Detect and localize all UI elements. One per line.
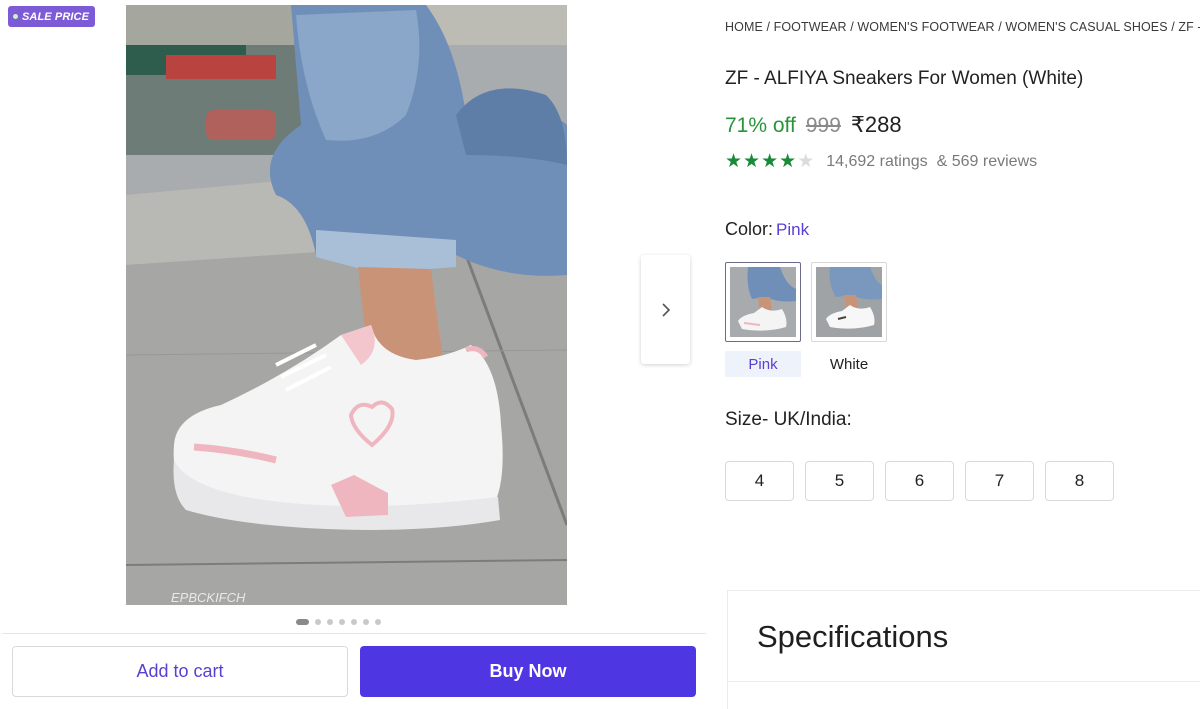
image-watermark: EPBCKIFCH xyxy=(171,590,246,605)
color-option-label-pink[interactable]: Pink xyxy=(725,351,801,377)
carousel-dot[interactable] xyxy=(327,619,333,625)
star-empty-icon: ★ xyxy=(797,151,815,172)
purchase-action-bar: Add to cart Buy Now xyxy=(2,633,706,709)
size-option-8[interactable]: 8 xyxy=(1045,461,1114,501)
add-to-cart-button[interactable]: Add to cart xyxy=(12,646,348,697)
image-gallery: SALE PRICE EPBCKIFCH Add to cart Buy Now xyxy=(0,0,710,709)
ratings-count[interactable]: 14,692 ratings xyxy=(826,153,927,171)
color-option-label-white[interactable]: White xyxy=(811,351,887,377)
sale-price-badge: SALE PRICE xyxy=(8,6,96,27)
color-swatch-white[interactable] xyxy=(811,262,887,342)
reviews-count[interactable]: & 569 reviews xyxy=(937,153,1038,171)
breadcrumb[interactable]: HOME / FOOTWEAR / WOMEN'S FOOTWEAR / WOM… xyxy=(725,20,1200,34)
carousel-dot[interactable] xyxy=(315,619,321,625)
carousel-dot[interactable] xyxy=(296,619,309,625)
size-option-6[interactable]: 6 xyxy=(885,461,954,501)
discount-percent: 71% off xyxy=(725,114,796,137)
size-option-4[interactable]: 4 xyxy=(725,461,794,501)
specifications-card: Specifications xyxy=(727,590,1200,709)
size-options: 4 5 6 7 8 xyxy=(725,461,1114,501)
carousel-dot[interactable] xyxy=(375,619,381,625)
carousel-dot[interactable] xyxy=(363,619,369,625)
price-row: 71% off 999 ₹288 xyxy=(725,112,902,138)
buy-now-button[interactable]: Buy Now xyxy=(360,646,696,697)
color-label-text: Color: xyxy=(725,219,774,239)
original-price: 999 xyxy=(805,114,841,137)
carousel-dot[interactable] xyxy=(351,619,357,625)
size-label: Size- UK/India: xyxy=(725,409,852,430)
badge-dot-icon xyxy=(13,14,18,19)
carousel-dot[interactable] xyxy=(339,619,345,625)
next-image-button[interactable] xyxy=(641,255,690,364)
color-label: Color: Pink xyxy=(725,219,809,240)
product-details: HOME / FOOTWEAR / WOMEN'S FOOTWEAR / WOM… xyxy=(725,0,1200,709)
selling-price: ₹288 xyxy=(850,112,902,137)
chevron-right-icon xyxy=(661,302,670,317)
rating-row: ★ ★ ★ ★ ★ 14,692 ratings & 569 reviews xyxy=(725,152,1037,171)
sneaker-photo: EPBCKIFCH xyxy=(126,5,567,605)
selected-color-value: Pink xyxy=(776,220,810,239)
image-carousel-dots xyxy=(296,619,381,625)
star-filled-icon: ★ xyxy=(725,151,743,172)
swatch-thumbnail xyxy=(730,267,796,337)
sale-badge-label: SALE PRICE xyxy=(22,10,90,23)
specifications-title: Specifications xyxy=(757,619,949,654)
divider xyxy=(728,681,1200,682)
star-filled-icon: ★ xyxy=(779,151,797,172)
swatch-thumbnail xyxy=(816,267,882,337)
star-filled-icon: ★ xyxy=(761,151,779,172)
rating-stars: ★ ★ ★ ★ ★ xyxy=(725,152,814,171)
star-filled-icon: ★ xyxy=(743,151,761,172)
size-option-5[interactable]: 5 xyxy=(805,461,874,501)
product-title: ZF - ALFIYA Sneakers For Women (White) xyxy=(725,68,1084,89)
product-main-image[interactable]: EPBCKIFCH xyxy=(126,5,567,605)
color-swatch-pink[interactable] xyxy=(725,262,801,342)
size-option-7[interactable]: 7 xyxy=(965,461,1034,501)
